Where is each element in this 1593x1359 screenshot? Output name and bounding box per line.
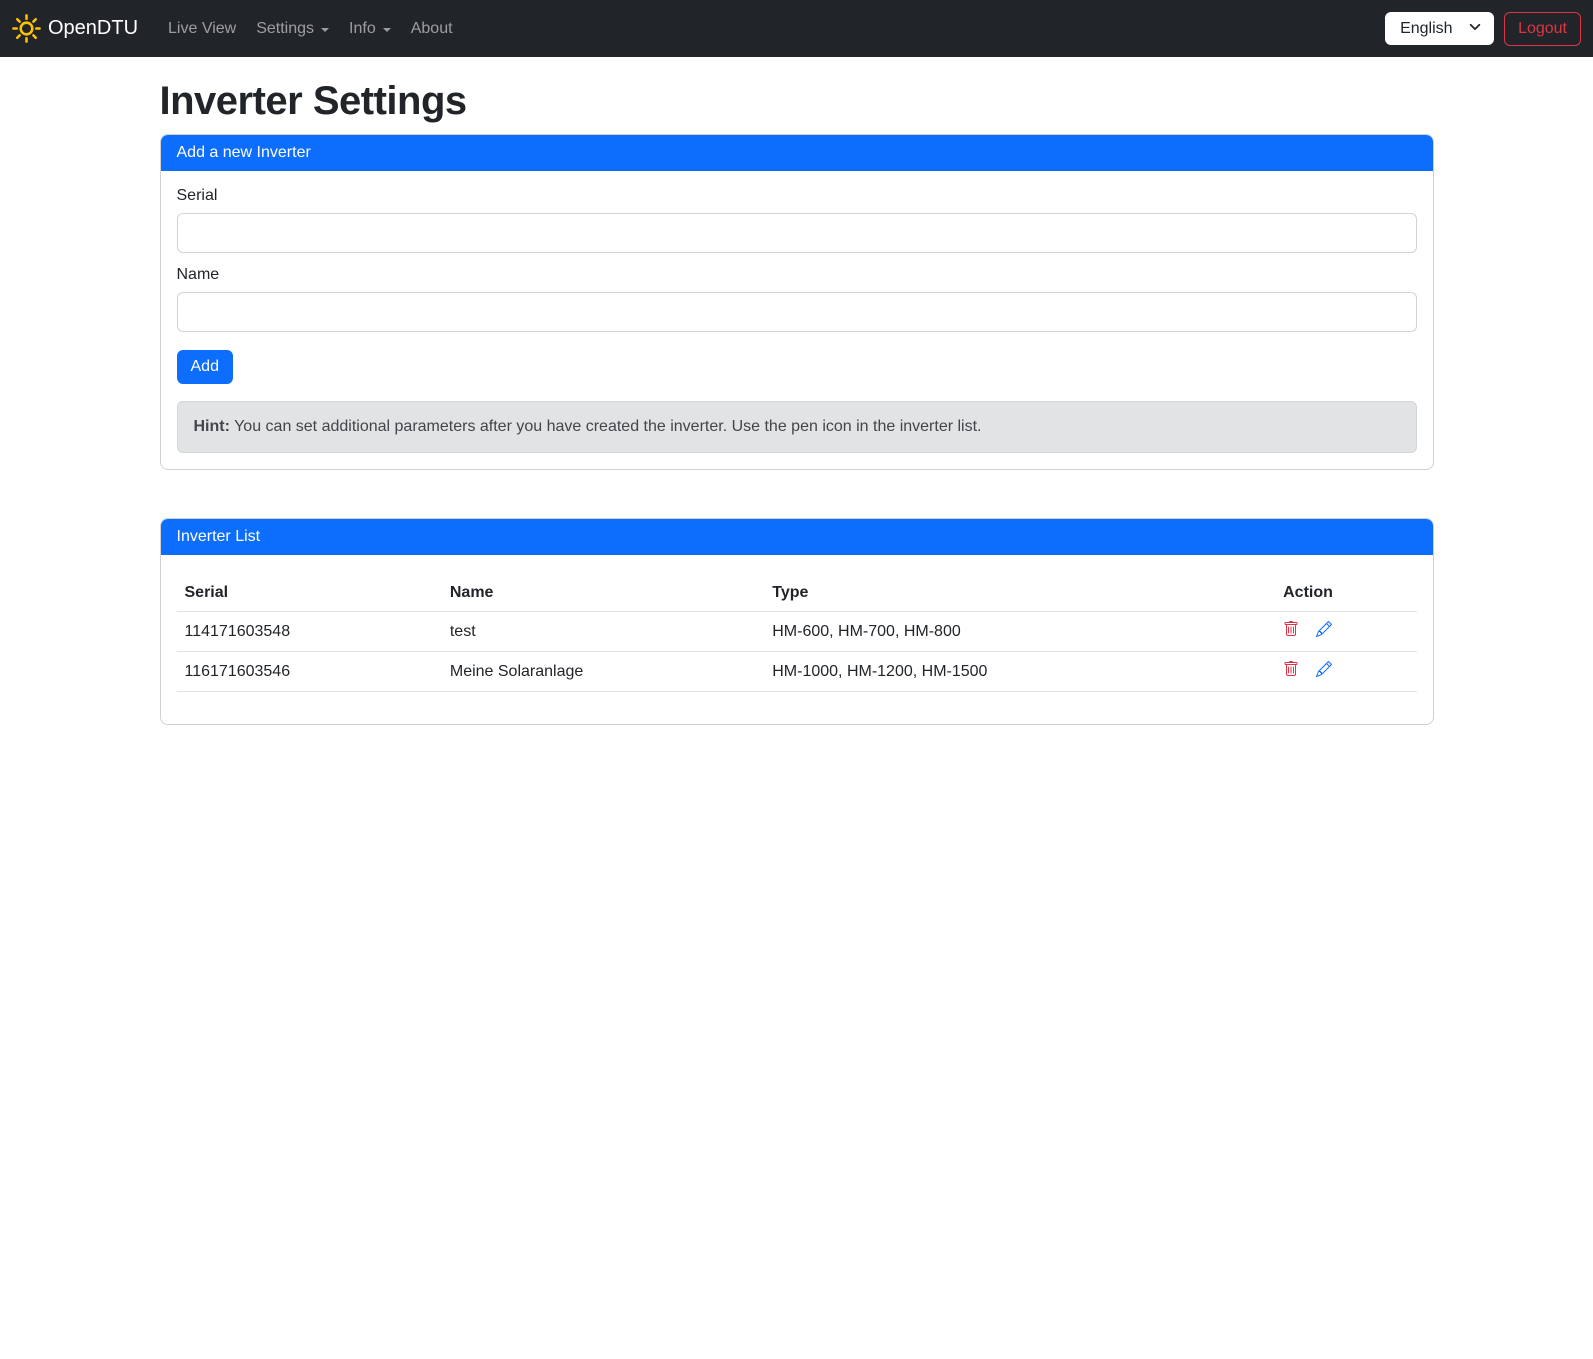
- hint-text: You can set additional parameters after …: [230, 418, 982, 435]
- nav-item-label: Live View: [168, 20, 236, 38]
- language-select-wrap: English: [1385, 12, 1494, 45]
- nav-item-label: Info: [349, 20, 376, 38]
- table-row: 116171603546 Meine Solaranlage HM-1000, …: [177, 652, 1417, 692]
- cell-name: test: [442, 612, 764, 652]
- nav-item-info[interactable]: Info: [339, 12, 401, 46]
- brand-link[interactable]: OpenDTU: [12, 14, 138, 43]
- add-inverter-card: Add a new Inverter Serial Name Add Hint:…: [160, 134, 1434, 470]
- serial-label: Serial: [177, 187, 1417, 205]
- cell-serial: 116171603546: [177, 652, 442, 692]
- trash-icon: [1283, 624, 1299, 641]
- name-field-group: Name: [177, 266, 1417, 332]
- cell-action: [1275, 652, 1416, 692]
- delete-inverter-button[interactable]: [1283, 621, 1299, 637]
- hint-label: Hint:: [194, 418, 230, 435]
- inverter-list-card: Inverter List Serial Name Type Action 11…: [160, 518, 1434, 725]
- delete-inverter-button[interactable]: [1283, 661, 1299, 677]
- nav-item-live-view[interactable]: Live View: [158, 12, 246, 46]
- table-row: 114171603548 test HM-600, HM-700, HM-800: [177, 612, 1417, 652]
- pencil-icon: [1316, 624, 1332, 641]
- name-label: Name: [177, 266, 1417, 284]
- cell-type: HM-600, HM-700, HM-800: [764, 612, 1275, 652]
- pencil-icon: [1316, 664, 1332, 681]
- serial-field-group: Serial: [177, 187, 1417, 253]
- navbar: OpenDTU Live View Settings Info About En…: [0, 0, 1593, 57]
- table-header-row: Serial Name Type Action: [177, 575, 1417, 612]
- inverter-list-card-header: Inverter List: [161, 519, 1433, 555]
- add-inverter-card-header: Add a new Inverter: [161, 135, 1433, 171]
- column-header-serial: Serial: [177, 575, 442, 612]
- cell-name: Meine Solaranlage: [442, 652, 764, 692]
- serial-input[interactable]: [177, 213, 1417, 253]
- nav-item-label: About: [411, 20, 453, 38]
- nav-item-about[interactable]: About: [401, 12, 463, 46]
- nav-links: Live View Settings Info About: [158, 12, 1385, 46]
- navbar-right: English Logout: [1385, 12, 1581, 46]
- hint-alert: Hint: You can set additional parameters …: [177, 401, 1417, 453]
- chevron-down-icon: [321, 28, 329, 32]
- column-header-type: Type: [764, 575, 1275, 612]
- edit-inverter-button[interactable]: [1316, 661, 1332, 677]
- column-header-name: Name: [442, 575, 764, 612]
- brand-label: OpenDTU: [48, 17, 138, 40]
- language-select[interactable]: English: [1385, 12, 1494, 45]
- page-title: Inverter Settings: [160, 79, 1434, 124]
- edit-inverter-button[interactable]: [1316, 621, 1332, 637]
- column-header-action: Action: [1275, 575, 1416, 612]
- sun-icon: [12, 14, 41, 43]
- cell-type: HM-1000, HM-1200, HM-1500: [764, 652, 1275, 692]
- nav-item-settings[interactable]: Settings: [246, 12, 339, 46]
- chevron-down-icon: [383, 28, 391, 32]
- cell-serial: 114171603548: [177, 612, 442, 652]
- add-inverter-card-body: Serial Name Add Hint: You can set additi…: [161, 171, 1433, 469]
- inverter-table: Serial Name Type Action 114171603548 tes…: [177, 575, 1417, 692]
- inverter-list-card-body: Serial Name Type Action 114171603548 tes…: [161, 555, 1433, 724]
- add-button[interactable]: Add: [177, 350, 233, 384]
- name-input[interactable]: [177, 292, 1417, 332]
- nav-item-label: Settings: [256, 20, 314, 38]
- cell-action: [1275, 612, 1416, 652]
- logout-button[interactable]: Logout: [1504, 12, 1581, 46]
- main-container: Inverter Settings Add a new Inverter Ser…: [148, 57, 1446, 765]
- trash-icon: [1283, 664, 1299, 681]
